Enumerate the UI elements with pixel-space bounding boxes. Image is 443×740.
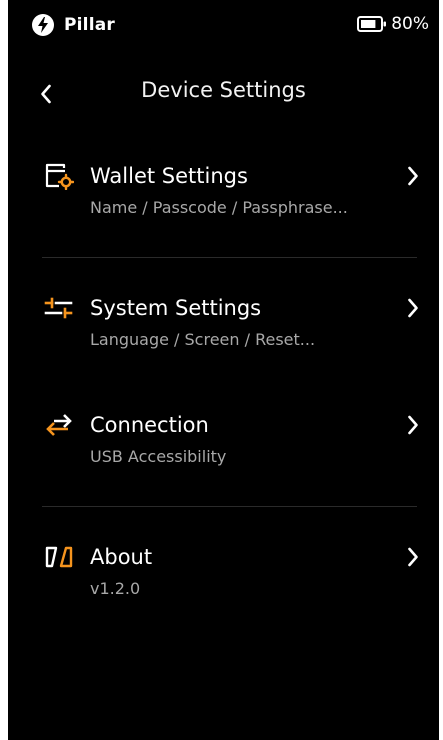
menu-item-about[interactable]: About v1.2.0: [42, 541, 422, 611]
pillar-logo-icon: [42, 541, 76, 573]
transfer-arrows-icon: [42, 409, 76, 441]
battery-percent: 80%: [391, 14, 429, 34]
menu-item-title: About: [90, 545, 153, 569]
menu-item-wallet-settings[interactable]: Wallet Settings Name / Passcode / Passph…: [42, 160, 422, 230]
chevron-right-icon: [404, 296, 422, 320]
chevron-right-icon: [404, 413, 422, 437]
device-screen: Pillar 80% Device Settings Wallet Settin…: [8, 0, 439, 740]
menu-item-subtitle: Language / Screen / Reset...: [90, 330, 316, 349]
menu-item-connection[interactable]: Connection USB Accessibility: [42, 409, 422, 479]
status-bar: Pillar 80%: [8, 0, 439, 54]
divider: [42, 257, 417, 258]
menu-item-system-settings[interactable]: System Settings Language / Screen / Rese…: [42, 292, 422, 362]
chevron-right-icon: [404, 545, 422, 569]
menu-item-subtitle: v1.2.0: [90, 579, 141, 598]
status-left: Pillar: [32, 14, 115, 36]
wallet-settings-icon: [42, 160, 76, 192]
menu-item-subtitle: USB Accessibility: [90, 447, 227, 466]
divider: [42, 506, 417, 507]
menu-item-title: Wallet Settings: [90, 164, 248, 188]
battery-icon: [357, 15, 387, 33]
status-right: 80%: [357, 14, 429, 34]
menu-item-title: System Settings: [90, 296, 262, 320]
menu-item-title: Connection: [90, 413, 209, 437]
chevron-right-icon: [404, 164, 422, 188]
bolt-icon: [32, 14, 54, 36]
menu-item-subtitle: Name / Passcode / Passphrase...: [90, 198, 348, 217]
sliders-icon: [42, 292, 76, 324]
device-name: Pillar: [64, 15, 115, 35]
page-title: Device Settings: [141, 78, 306, 102]
